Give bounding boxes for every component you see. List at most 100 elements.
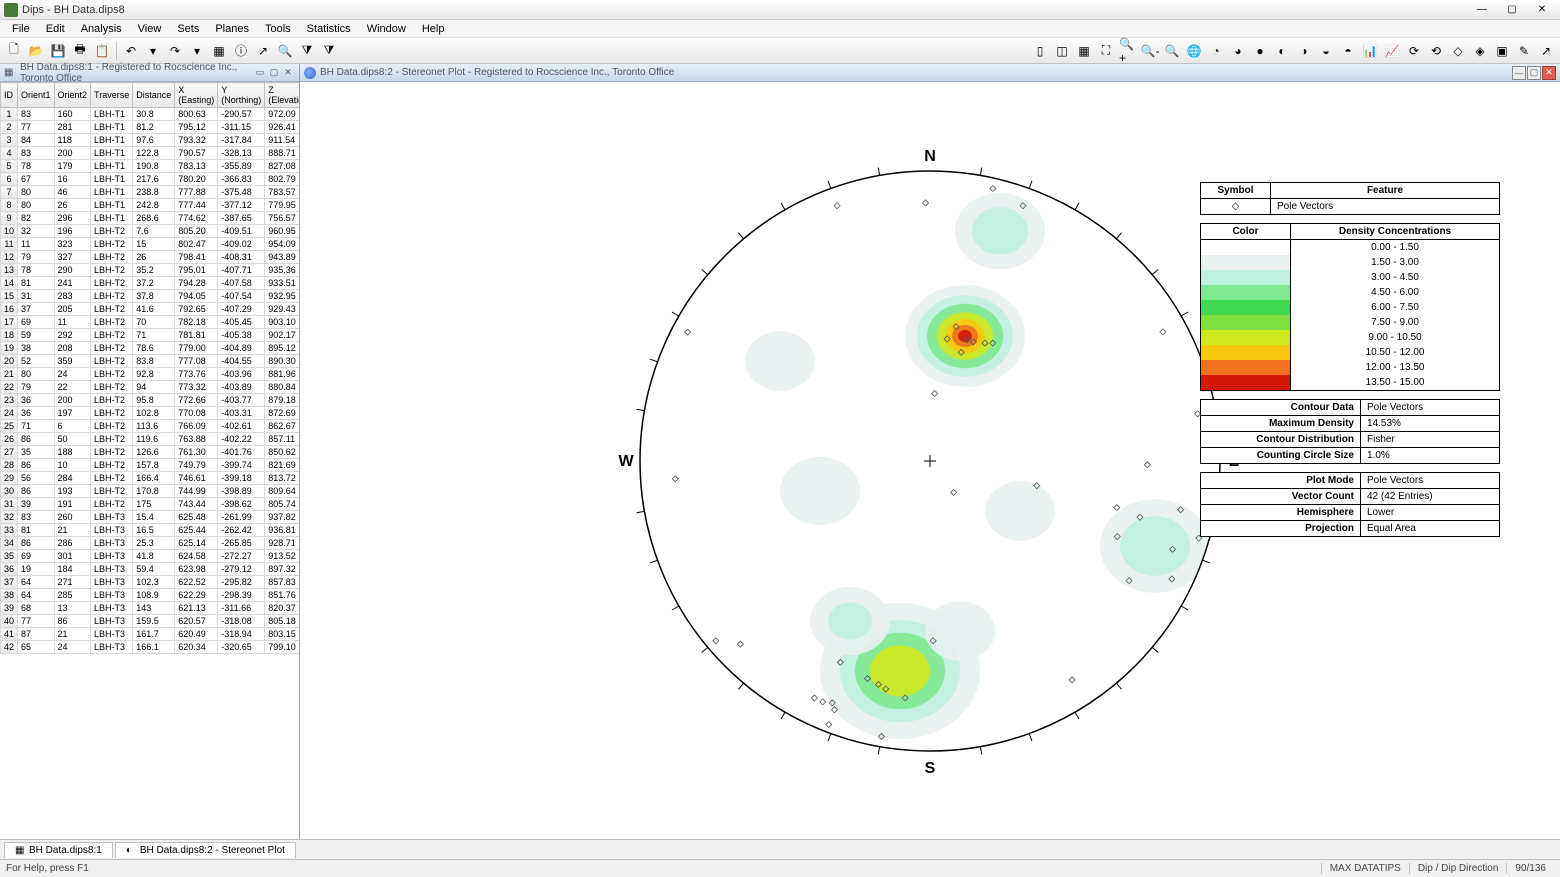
undo-drop-icon[interactable]: ▾	[143, 41, 163, 61]
cell[interactable]: 954.09	[265, 238, 299, 251]
cell[interactable]: -407.71	[218, 264, 265, 277]
cell[interactable]: 83	[18, 147, 55, 160]
cell[interactable]: 323	[54, 238, 91, 251]
cell[interactable]: 30.8	[133, 108, 175, 121]
cell[interactable]: 749.79	[175, 459, 218, 472]
cell[interactable]: 39	[18, 498, 55, 511]
globe2-icon[interactable]: ◔	[1206, 41, 1226, 61]
cell[interactable]: LBH-T2	[91, 407, 133, 420]
table-row[interactable]: 483200LBH-T1122.8790.57-328.13888.7171.7	[1, 147, 300, 160]
cell[interactable]: -328.13	[218, 147, 265, 160]
edit-icon[interactable]: ✎	[1514, 41, 1534, 61]
cell[interactable]: 52	[18, 355, 55, 368]
cell[interactable]: -403.89	[218, 381, 265, 394]
cell[interactable]: 15.4	[133, 511, 175, 524]
cell[interactable]: LBH-T1	[91, 108, 133, 121]
cell[interactable]: 913.52	[265, 550, 299, 563]
cell[interactable]: 7.6	[133, 225, 175, 238]
table-row[interactable]: 1032196LBH-T27.6805.20-409.51960.9589.2	[1, 225, 300, 238]
cell[interactable]: 857.83	[265, 576, 299, 589]
cell[interactable]: LBH-T1	[91, 134, 133, 147]
find-icon[interactable]: 🔍	[275, 41, 295, 61]
cell[interactable]: 175	[133, 498, 175, 511]
cell[interactable]: 238.8	[133, 186, 175, 199]
cell[interactable]: -403.77	[218, 394, 265, 407]
cell[interactable]: 46	[54, 186, 91, 199]
cell[interactable]: LBH-T3	[91, 576, 133, 589]
table-row[interactable]: 78046LBH-T1238.8777.88-375.48783.5774.2	[1, 186, 300, 199]
cell[interactable]: 97.6	[133, 134, 175, 147]
cell[interactable]: -387.65	[218, 212, 265, 225]
cell[interactable]: LBH-T2	[91, 498, 133, 511]
document-tab[interactable]: ▦BH Data.dips8:1	[4, 842, 113, 858]
cell[interactable]: 792.65	[175, 303, 218, 316]
table-row[interactable]: 2436197LBH-T2102.8770.08-403.31872.6977.…	[1, 407, 300, 420]
cell[interactable]: 795.01	[175, 264, 218, 277]
row-id[interactable]: 16	[1, 303, 18, 316]
table-row[interactable]: 1279327LBH-T226798.41-408.31943.8999.0	[1, 251, 300, 264]
document-tab[interactable]: ◐BH Data.dips8:2 - Stereonet Plot	[115, 842, 296, 858]
cell[interactable]: -405.38	[218, 329, 265, 342]
row-id[interactable]: 20	[1, 355, 18, 368]
row-id[interactable]: 30	[1, 485, 18, 498]
globe4-icon[interactable]: ●	[1250, 41, 1270, 61]
table-row[interactable]: 1637205LBH-T241.6792.65-407.29929.4393.5	[1, 303, 300, 316]
col-header[interactable]: Z (Elevation)	[265, 83, 299, 108]
row-id[interactable]: 42	[1, 641, 18, 654]
cell[interactable]: -402.22	[218, 433, 265, 446]
menu-edit[interactable]: Edit	[38, 21, 73, 37]
globe5-icon[interactable]: ◐	[1272, 41, 1292, 61]
table-row[interactable]: 396813LBH-T3143621.13-311.66820.3766.0	[1, 602, 300, 615]
cell[interactable]: 773.76	[175, 368, 218, 381]
cell[interactable]: 193	[54, 485, 91, 498]
cell[interactable]: 179	[54, 160, 91, 173]
cell[interactable]: 268.6	[133, 212, 175, 225]
table-row[interactable]: 338121LBH-T316.5625.44-262.42936.8185.4	[1, 524, 300, 537]
cell[interactable]: -375.48	[218, 186, 265, 199]
cell[interactable]: 80	[18, 186, 55, 199]
cell[interactable]: 809.64	[265, 485, 299, 498]
cell[interactable]: 166.4	[133, 472, 175, 485]
cell[interactable]: 184	[54, 563, 91, 576]
row-id[interactable]: 22	[1, 381, 18, 394]
redo-drop-icon[interactable]: ▾	[187, 41, 207, 61]
cell[interactable]: 200	[54, 394, 91, 407]
cell[interactable]: 21	[54, 524, 91, 537]
cell[interactable]: -407.54	[218, 290, 265, 303]
cell[interactable]: 880.84	[265, 381, 299, 394]
menu-view[interactable]: View	[130, 21, 170, 37]
row-id[interactable]: 4	[1, 147, 18, 160]
print-icon[interactable]: 🖶	[70, 41, 90, 61]
cell[interactable]: 217.6	[133, 173, 175, 186]
cell[interactable]: 774.62	[175, 212, 218, 225]
cell[interactable]: 170.8	[133, 485, 175, 498]
data-grid[interactable]: IDOrient1Orient2TraverseDistanceX (Easti…	[0, 82, 299, 839]
cell[interactable]: 799.10	[265, 641, 299, 654]
cell[interactable]: -290.57	[218, 108, 265, 121]
cell[interactable]: 200	[54, 147, 91, 160]
grid-icon[interactable]: ▦	[1074, 41, 1094, 61]
cell[interactable]: 70	[133, 316, 175, 329]
cell[interactable]: 86	[54, 615, 91, 628]
cell[interactable]: LBH-T2	[91, 433, 133, 446]
cell[interactable]: 64	[18, 589, 55, 602]
table-row[interactable]: 88026LBH-T1242.8777.44-377.12779.9592.4	[1, 199, 300, 212]
row-id[interactable]: 6	[1, 173, 18, 186]
cell[interactable]: 960.95	[265, 225, 299, 238]
cell[interactable]: 795.12	[175, 121, 218, 134]
cell[interactable]: -403.31	[218, 407, 265, 420]
table-row[interactable]: 578179LBH-T1190.8783.13-355.89827.0890.4	[1, 160, 300, 173]
cell[interactable]: 13	[54, 602, 91, 615]
plot-area[interactable]: NESW Symbol Feature ◇ Pole Vectors Color	[300, 82, 1560, 839]
menu-sets[interactable]: Sets	[169, 21, 207, 37]
row-id[interactable]: 11	[1, 238, 18, 251]
table-row[interactable]: 176911LBH-T270782.18-405.45903.1082.9	[1, 316, 300, 329]
cell[interactable]: -318.94	[218, 628, 265, 641]
panel-icon[interactable]: ▯	[1030, 41, 1050, 61]
row-id[interactable]: 3	[1, 134, 18, 147]
cell[interactable]: -399.18	[218, 472, 265, 485]
table-row[interactable]: 218024LBH-T292.8773.76-403.96881.9663.1	[1, 368, 300, 381]
cell[interactable]: 772.66	[175, 394, 218, 407]
table-row[interactable]: 2336200LBH-T295.8772.66-403.77879.1863.3	[1, 394, 300, 407]
menu-analysis[interactable]: Analysis	[73, 21, 130, 37]
